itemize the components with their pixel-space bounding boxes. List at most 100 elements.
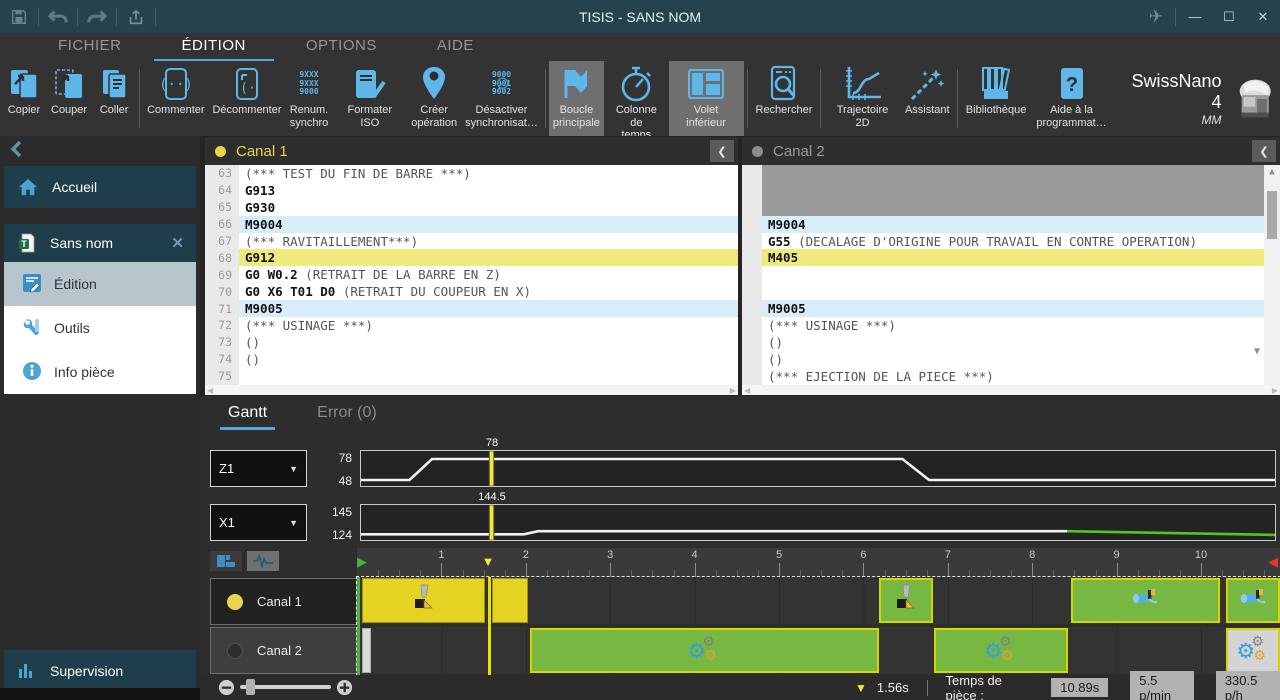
code-line[interactable]: ()	[742, 334, 1280, 351]
axis-select-x1[interactable]: X1 ▼	[210, 504, 307, 541]
code-line[interactable]: M9005	[742, 300, 1280, 317]
code-line[interactable]: 70G0 X6 T01 D0 (RETRAIT DU COUPEUR EN X)	[205, 283, 738, 300]
code-line[interactable]: ()	[742, 351, 1280, 368]
gantt-block[interactable]	[879, 578, 933, 623]
airplane-mode-icon[interactable]: ✈	[1139, 0, 1173, 33]
code-line[interactable]: 72(*** USINAGE ***)	[205, 317, 738, 334]
code-line[interactable]: 71M9005	[205, 300, 738, 317]
toolbar-button-rechercher[interactable]: Rechercher	[751, 61, 818, 136]
toolbar-button-volet-inf-rieur[interactable]: Volet inférieur	[669, 61, 744, 136]
gantt-block[interactable]: ⚙⚙⚙	[1226, 628, 1280, 673]
curves-view-button[interactable]	[247, 551, 279, 571]
toolbar-button-copier[interactable]: Copier	[2, 61, 46, 136]
gantt-cursor-line[interactable]	[488, 577, 491, 675]
ruler-minor-tick	[758, 570, 759, 577]
sidebar-item--dition[interactable]: Édition	[4, 262, 196, 306]
toolbar-button-aide-la[interactable]: ?Aide à la programmat…	[1031, 61, 1111, 136]
code-line[interactable]: 73()	[205, 334, 738, 351]
menu-item-fichier[interactable]: FICHIER	[28, 34, 152, 60]
code-line[interactable]: 75	[205, 368, 738, 385]
gantt-time-ruler[interactable]: 12345678910	[357, 548, 1280, 577]
toolbar-button-assistant[interactable]: Assistant	[901, 61, 954, 136]
editor-body[interactable]: 63(*** TEST DU FIN DE BARRE ***)64G91365…	[205, 165, 738, 385]
end-marker-icon[interactable]: ◀	[1268, 554, 1278, 570]
toolbar-button-colonne-de[interactable]: Colonne de temps	[604, 61, 668, 136]
gantt-block[interactable]	[1226, 578, 1280, 623]
toolbar-button-boucle[interactable]: Boucle principale	[549, 61, 605, 136]
horizontal-scrollbar[interactable]: ◀▶	[205, 385, 738, 395]
sidebar-item-accueil[interactable]: Accueil	[4, 166, 196, 208]
zoom-out-icon[interactable]	[218, 679, 235, 696]
sidebar-item-info-pi-ce[interactable]: Info pièce	[4, 350, 196, 394]
gantt-view-button[interactable]	[210, 551, 242, 571]
toolbar-button-couper[interactable]: Couper	[46, 61, 92, 136]
zoom-in-icon[interactable]	[336, 679, 353, 696]
scrollbar-thumb[interactable]	[1267, 191, 1277, 239]
tab-gantt[interactable]: Gantt	[228, 404, 267, 428]
minimize-button[interactable]: —	[1178, 0, 1212, 33]
gantt-block[interactable]: ⚙⚙⚙	[530, 628, 879, 673]
toolbar-button-commenter[interactable]: (··)Commenter	[143, 61, 209, 136]
gantt-zoom-slider[interactable]	[218, 678, 353, 696]
code-line[interactable]: M405	[742, 249, 1280, 266]
menu-item-options[interactable]: OPTIONS	[276, 34, 407, 60]
code-line[interactable]: 68G912	[205, 249, 738, 266]
code-line[interactable]: M9004	[742, 216, 1280, 233]
code-line[interactable]: 74()	[205, 351, 738, 368]
axis-select-z1[interactable]: Z1 ▼	[210, 450, 307, 487]
ruler-tick-label: 6	[860, 549, 866, 561]
code-line[interactable]: 63(*** TEST DU FIN DE BARRE ***)	[205, 165, 738, 182]
start-marker-icon[interactable]: ▶	[357, 554, 367, 570]
toolbar-button-coller[interactable]: Coller	[92, 61, 136, 136]
toolbar-button-renum-[interactable]: 9XXX9XXX9000Renum. synchro	[285, 61, 332, 136]
maximize-button[interactable]: ☐	[1212, 0, 1246, 33]
machine-photo[interactable]	[1230, 77, 1280, 121]
sidebar-item-outils[interactable]: Outils	[4, 306, 196, 350]
toolbar-button-biblioth-que[interactable]: Bibliothèque	[961, 61, 1032, 136]
ruler-minor-tick	[990, 570, 991, 577]
gantt-block[interactable]	[362, 578, 485, 623]
code-line[interactable]: 67(*** RAVITAILLEMENT***)	[205, 233, 738, 250]
menu-item-édition[interactable]: ÉDITION	[152, 34, 276, 60]
gantt-row-canal-1	[357, 577, 1280, 624]
gantt-block[interactable]	[1071, 578, 1220, 623]
vertical-scrollbar[interactable]: ▲	[1264, 165, 1280, 385]
toolbar: CopierCouperColler(··)Commenter(·Décomme…	[0, 61, 1280, 136]
code-line[interactable]: (*** USINAGE ***)	[742, 317, 1280, 334]
collapse-editor-icon[interactable]: ❮	[710, 140, 734, 162]
menu-item-aide[interactable]: AIDE	[407, 34, 504, 60]
close-button[interactable]: ✕	[1246, 0, 1280, 33]
sidebar-item-supervision[interactable]: Supervision	[4, 650, 196, 692]
toolbar-button-formater-iso[interactable]: Formater ISO	[333, 61, 407, 136]
code-line[interactable]: (*** EJECTION DE LA PIECE ***)	[742, 368, 1280, 385]
toolbar-group: CopierCouperColler	[2, 61, 136, 136]
horizontal-scrollbar[interactable]: ◀▶	[742, 385, 1280, 395]
toolbar-button-d-commenter[interactable]: (·Décommenter	[209, 61, 286, 136]
time-cursor-icon[interactable]: ▼	[482, 554, 495, 569]
toolbar-button-trajectoire-2d[interactable]: Trajectoire 2D	[824, 61, 900, 136]
close-document-icon[interactable]: ✕	[171, 234, 184, 252]
ruler-minor-tick	[1159, 570, 1160, 577]
code-line[interactable]	[742, 283, 1280, 300]
line-text: M9005	[762, 300, 1280, 317]
sidebar-collapse-icon[interactable]	[8, 139, 26, 164]
editor-body[interactable]: M9004G55 (DECALAGE D'ORIGINE POUR TRAVAI…	[742, 165, 1280, 385]
tab-error-0-[interactable]: Error (0)	[317, 404, 377, 428]
toolbar-button-d-sactiver[interactable]: 900090019002⊘Désactiver synchronisat…	[461, 61, 541, 136]
gantt-block[interactable]	[362, 628, 370, 673]
code-line[interactable]: 65G930	[205, 199, 738, 216]
sidebar-document-tab[interactable]: T Sans nom ✕	[4, 224, 196, 262]
code-line[interactable]: 64G913	[205, 182, 738, 199]
slider-thumb[interactable]	[246, 679, 255, 695]
code-line[interactable]: G55 (DECALAGE D'ORIGINE POUR TRAVAIL EN …	[742, 233, 1280, 250]
toolbar-button-cr-er[interactable]: Créer opération	[407, 61, 461, 136]
channel-label-canal-2[interactable]: Canal 2	[210, 627, 357, 674]
scroll-down-icon[interactable]: ▼	[1254, 346, 1260, 357]
gantt-block[interactable]	[492, 578, 528, 623]
code-line[interactable]	[742, 266, 1280, 283]
channel-label-canal-1[interactable]: Canal 1	[210, 578, 357, 625]
code-line[interactable]: 69G0 W0.2 (RETRAIT DE LA BARRE EN Z)	[205, 266, 738, 283]
code-line[interactable]: 66M9004	[205, 216, 738, 233]
collapse-editor-icon[interactable]: ❮	[1252, 140, 1276, 162]
gantt-block[interactable]: ⚙⚙⚙	[934, 628, 1067, 673]
